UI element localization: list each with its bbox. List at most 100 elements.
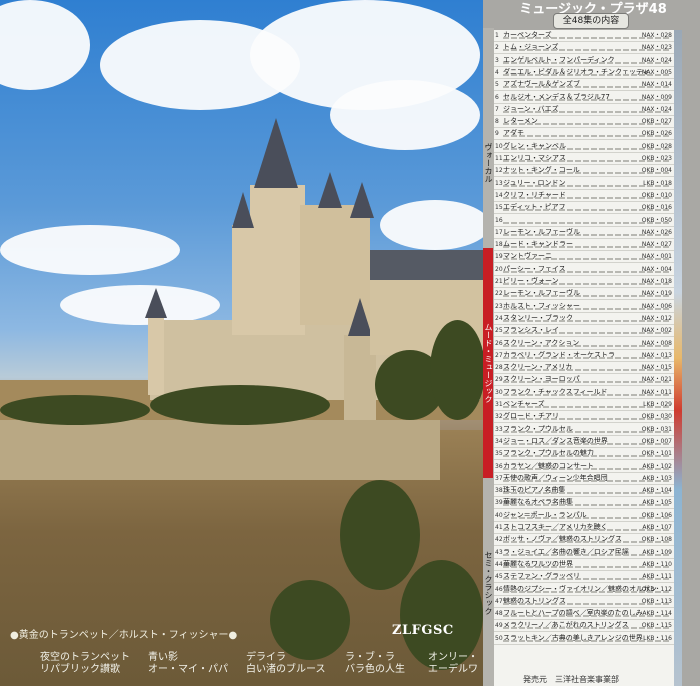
featured-track: 青い影 <box>148 652 178 663</box>
catalog-title: レーモン・ルフェーヴル <box>503 289 580 298</box>
catalog-code: OKB・106 <box>641 511 672 519</box>
catalog-row-tracks <box>503 246 669 249</box>
catalog-number: 34 <box>495 437 503 445</box>
watermark-logo: ZLFGSC <box>392 623 454 638</box>
catalog-title: 珠玉のピアノ名曲集 <box>503 486 566 495</box>
catalog-code: NAX・009 <box>641 93 672 101</box>
catalog-number: 35 <box>495 450 503 458</box>
castle-spire <box>318 172 342 208</box>
catalog-code: OKB・108 <box>641 536 672 544</box>
catalog-number: 25 <box>495 327 503 335</box>
section-label-vocal: ヴォーカル <box>484 143 493 183</box>
catalog-code: LKB・018 <box>643 179 672 187</box>
catalog-title: フランク・プウルセルの魅力 <box>503 449 594 458</box>
catalog-code: OKB・112 <box>641 585 672 593</box>
catalog-code: NAX・006 <box>641 302 672 310</box>
catalog-number: 24 <box>495 314 503 322</box>
catalog-title: 天使の歌声／ウィーン少年合唱団 <box>503 473 608 482</box>
castle-spire <box>145 288 167 318</box>
catalog-number: 43 <box>495 548 503 556</box>
catalog-title: ムード・キャンドラー <box>503 240 573 249</box>
catalog-title: カラベリ・グランド・オーケストラ <box>503 350 615 359</box>
catalog-title: ジョー・ロス／ダンス音楽の世界 <box>503 436 608 445</box>
tree <box>430 320 483 420</box>
catalog-title: トム・ジョーンズ <box>503 43 559 52</box>
catalog-title: フランシス・レイ <box>503 326 559 335</box>
catalog-row: 40 ジャン＝ポール・ランパル OKB・106 <box>494 510 674 522</box>
color-strip <box>674 30 682 686</box>
featured-track: リパブリック讃歌 <box>40 664 120 675</box>
catalog-number: 7 <box>495 105 499 113</box>
catalog-title: ジャン＝ポール・ランパル <box>503 510 587 519</box>
catalog-code: NAX・012 <box>641 314 672 322</box>
catalog-number: 36 <box>495 462 503 470</box>
catalog-row: 45 ステファン・グラッペリ AKB・111 <box>494 571 674 584</box>
featured-track: オー・マイ・パパ <box>148 664 228 675</box>
catalog-row-tracks <box>503 565 669 568</box>
catalog-row-tracks <box>503 553 669 556</box>
catalog-code: NAX・008 <box>641 339 672 347</box>
castle-spire <box>348 298 372 336</box>
catalog-number: 3 <box>495 56 499 64</box>
catalog-code: OKB・010 <box>641 191 672 199</box>
catalog-code: AKB・105 <box>642 499 672 507</box>
catalog-row: 4 ダニエル・ビダル＆ジリオラ・チンクェッティ NAX・005 <box>494 67 674 79</box>
catalog-code: OKB・050 <box>641 216 672 224</box>
catalog-row-tracks <box>503 307 669 310</box>
catalog-row: 37 天使の歌声／ウィーン少年合唱団 AKB・103 <box>494 473 674 485</box>
catalog-code: AKB・103 <box>642 474 672 482</box>
catalog-title: フランク・プウルセル <box>503 424 573 433</box>
catalog-code: AKB・110 <box>642 560 672 568</box>
catalog-row-tracks <box>503 516 669 519</box>
catalog-code: NAX・004 <box>641 265 672 273</box>
catalog-panel: ミュージック・プラザ48 全48集の内容 ヴォーカル ムード・ミュージック セミ… <box>483 0 700 686</box>
catalog-row: 42 ボッサ・ノヴァ／魅惑のストリングス OKB・108 <box>494 534 674 547</box>
catalog-code: OKB・023 <box>641 155 672 162</box>
catalog-title: エディット・ピアフ <box>503 203 566 212</box>
catalog-code: AKB・114 <box>642 610 672 618</box>
catalog-number: 42 <box>495 536 503 544</box>
catalog-title: セルジオ・メンデス＆ブラジル77 <box>503 92 610 101</box>
cloud <box>0 0 90 90</box>
album-cover-photo: ●黄金のトランペット／ホルスト・フィッシャー● 夜空のトランペット 青い影 デラ… <box>0 0 483 686</box>
catalog-row: 48 フルートとハープの調べ／室内楽のたのしみ AKB・114 <box>494 608 674 621</box>
catalog-title: ステファン・グラッペリ <box>503 572 580 581</box>
catalog-code: OKB・026 <box>641 130 672 138</box>
catalog-title: ナット・キング・コール <box>503 166 580 175</box>
catalog-row: 36 カラヤン／魅惑のコンサート AKB・102 <box>494 461 674 473</box>
catalog-number: 49 <box>495 622 503 630</box>
catalog-number: 16 <box>495 216 503 224</box>
catalog-row: 22 レーモン・ルフェーヴル NAX・019 <box>494 288 674 301</box>
catalog-code: OKB・113 <box>641 597 672 605</box>
catalog-title: 華麗なるワルツの世界 <box>503 559 573 568</box>
catalog-title: クリフ・リチャード <box>503 190 566 199</box>
catalog-row-tracks <box>503 590 669 593</box>
catalog-row: 14 クリフ・リチャード OKB・010 <box>494 190 674 202</box>
catalog-number: 29 <box>495 376 503 384</box>
castle-spire <box>232 192 254 228</box>
catalog-number: 28 <box>495 364 503 372</box>
series-subtitle: 全48集の内容 <box>553 13 629 29</box>
tree <box>150 385 330 425</box>
catalog-code: NAX・021 <box>641 376 672 384</box>
catalog-code: LKB・029 <box>643 401 672 408</box>
catalog-row: 10 グレン・キャンベル OKB・028 <box>494 141 674 153</box>
section-label-semiclassic: セミ・クラシック <box>484 551 493 615</box>
catalog-row-tracks <box>503 418 669 421</box>
catalog-number: 26 <box>495 339 503 347</box>
catalog-title: ビリー・ヴォーン <box>503 277 559 285</box>
catalog-code: OKB・030 <box>641 413 672 421</box>
catalog-number: 38 <box>495 487 503 495</box>
catalog-number: 31 <box>495 401 503 408</box>
catalog-row-tracks <box>503 233 669 236</box>
catalog-title: ラ・ジョイエ／名曲の響き／ロシア民謡 <box>503 547 629 556</box>
catalog-row: 32 グロード・チアリ OKB・030 <box>494 411 674 424</box>
catalog-code: NAX・028 <box>641 32 672 39</box>
catalog-code: NAX・013 <box>641 351 672 359</box>
catalog-title: グロード・チアリ <box>503 412 559 421</box>
catalog-row: 23 ホルスト・フィッシャー NAX・006 <box>494 301 674 313</box>
catalog-number: 21 <box>495 278 503 285</box>
catalog-row-tracks <box>503 110 669 113</box>
catalog-title: ダニエル・ビダル＆ジリオラ・チンクェッティ <box>503 67 650 76</box>
catalog-title: スラットキン／古典の美しきアレンジの世界 <box>503 633 643 642</box>
